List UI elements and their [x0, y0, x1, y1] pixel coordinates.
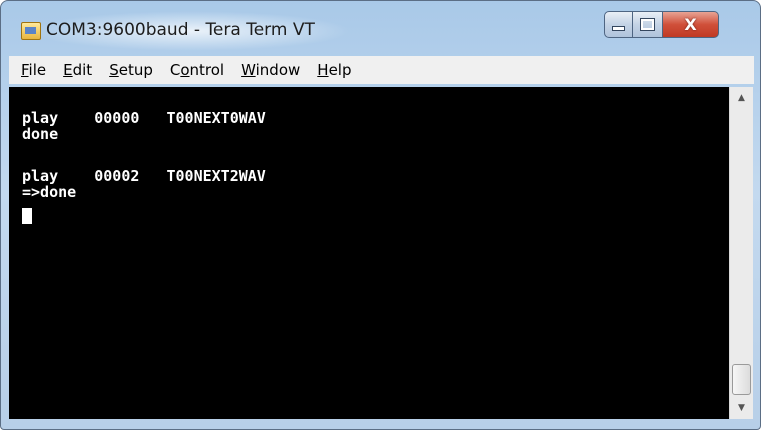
text-cursor	[22, 208, 32, 224]
terminal-screen[interactable]: play 00000 T00NEXT0WAV done play 00002 T…	[9, 87, 729, 419]
title-bar[interactable]: COM3:9600baud - Tera Term VT X	[1, 1, 760, 53]
scroll-down-arrow-icon[interactable]: ▼	[730, 397, 753, 419]
teraterm-icon[interactable]	[21, 22, 41, 40]
terminal-line: play 00002 T00NEXT2WAV	[22, 167, 266, 185]
scroll-up-arrow-icon[interactable]: ▲	[730, 87, 753, 109]
menu-file[interactable]: File	[13, 61, 55, 79]
menu-bar: File Edit Setup Control Window Help	[9, 56, 754, 84]
menu-window[interactable]: Window	[233, 61, 309, 79]
terminal-line: play 00000 T00NEXT0WAV	[22, 109, 266, 127]
minimize-icon	[612, 26, 625, 31]
maximize-button[interactable]	[633, 11, 663, 38]
menu-help[interactable]: Help	[309, 61, 360, 79]
menu-setup[interactable]: Setup	[101, 61, 162, 79]
terminal-line: done	[22, 125, 59, 143]
maximize-icon	[640, 18, 655, 31]
scroll-thumb[interactable]	[732, 364, 751, 395]
close-button[interactable]: X	[663, 11, 719, 38]
menu-edit[interactable]: Edit	[55, 61, 101, 79]
vertical-scrollbar[interactable]: ▲ ▼	[729, 87, 753, 419]
minimize-button[interactable]	[604, 11, 633, 38]
close-icon: X	[684, 15, 697, 34]
window-title: COM3:9600baud - Tera Term VT	[46, 20, 315, 40]
teraterm-window: COM3:9600baud - Tera Term VT X File Edit…	[0, 0, 761, 430]
menu-control[interactable]: Control	[162, 61, 233, 79]
terminal-line: =>done	[22, 183, 77, 201]
